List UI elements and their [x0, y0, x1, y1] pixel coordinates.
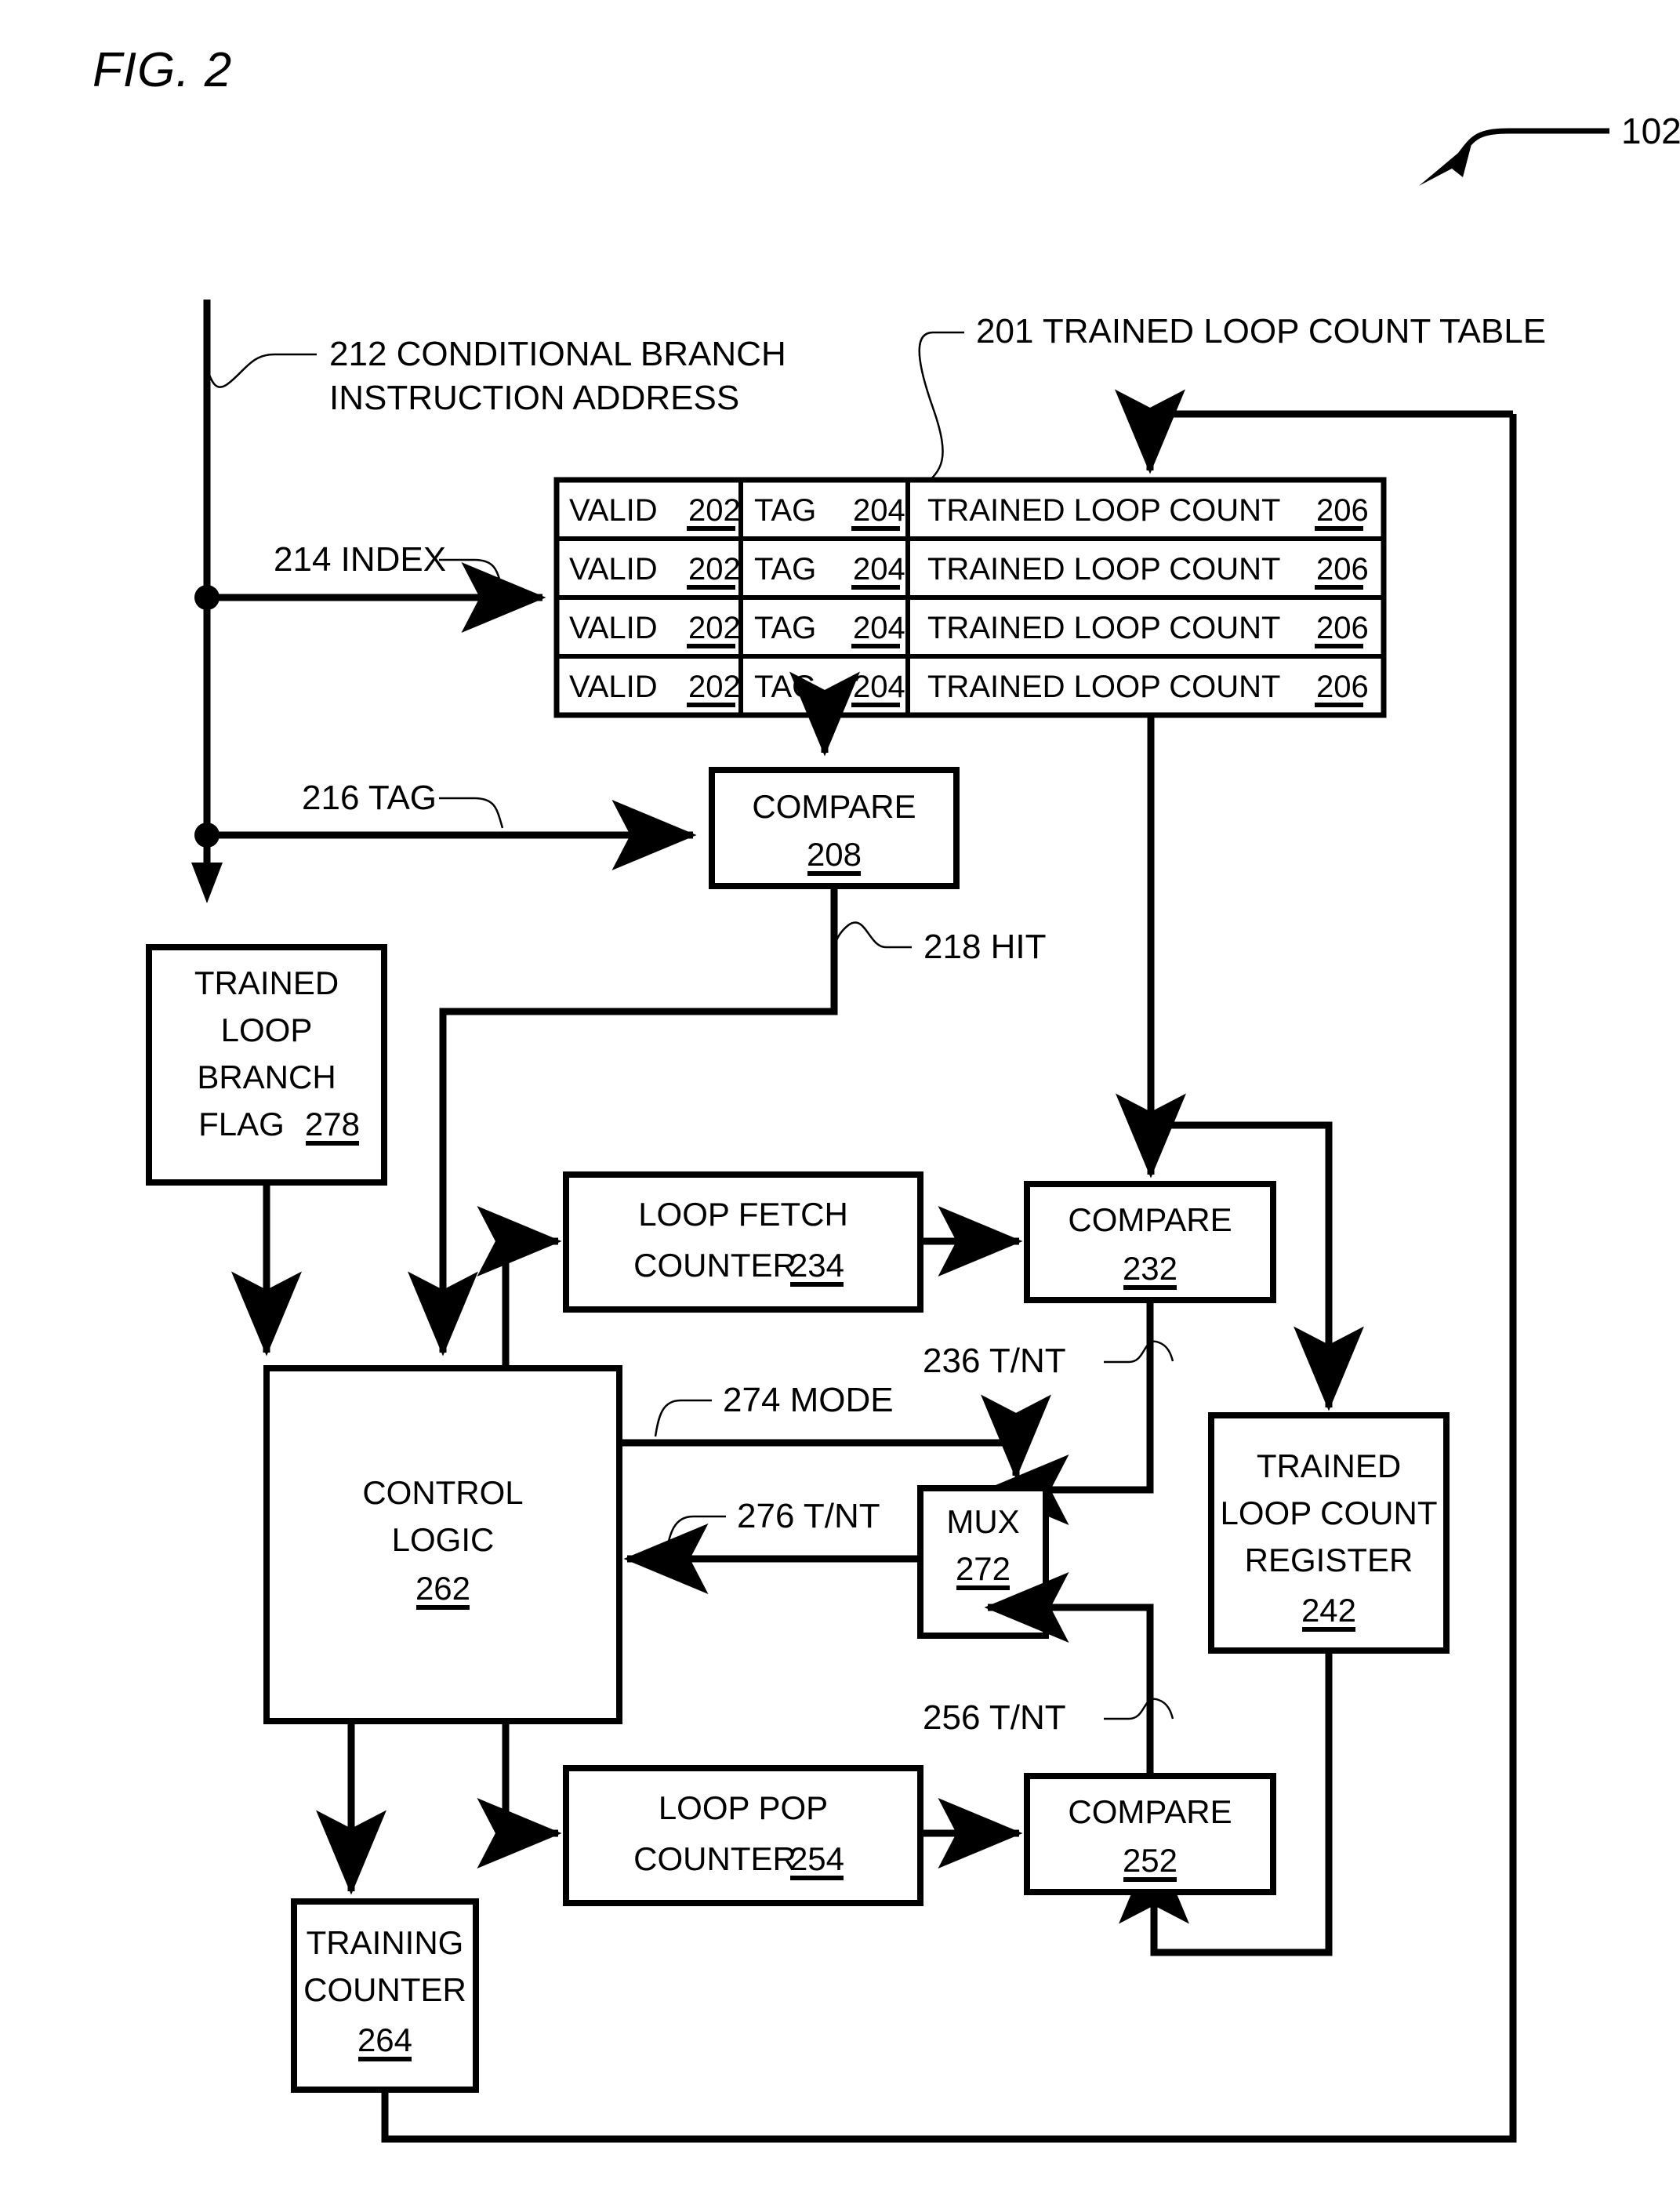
- cell-tag-label: TAG: [754, 493, 816, 528]
- loop-pop-counter-254-outline: [563, 1765, 923, 1906]
- flag-278-line1: TRAINED: [194, 964, 339, 1001]
- tnt-236-label: 236 T/NT: [923, 1342, 1066, 1380]
- compare-208-ref: 208: [807, 836, 862, 873]
- compare-208-label: COMPARE: [752, 788, 916, 825]
- cell-count-ref: 206: [1316, 552, 1369, 587]
- hit-leader: [834, 921, 912, 949]
- compare-208-block[interactable]: COMPARE 208: [709, 767, 960, 889]
- cell-count-ref: 206: [1316, 670, 1369, 704]
- cell-tag-label: TAG: [754, 670, 816, 704]
- cell-tag-ref: 204: [853, 552, 905, 587]
- compare-232-ref: 232: [1123, 1250, 1177, 1287]
- control-logic-to-loop-pop-counter-wire: [477, 1721, 562, 1869]
- flag-278-ref: 278: [305, 1106, 360, 1142]
- mux-272-ref: 272: [956, 1550, 1011, 1587]
- table-title-label: 201 TRAINED LOOP COUNT TABLE: [976, 312, 1546, 350]
- ref-102-arrowhead: [1419, 141, 1472, 186]
- flag-278-line3: BRANCH: [197, 1059, 336, 1095]
- control-logic-262-line1: CONTROL: [362, 1474, 523, 1511]
- cell-valid-label: VALID: [569, 611, 658, 645]
- tnt-276-leader: [665, 1515, 726, 1553]
- compare-252-block[interactable]: COMPARE 252: [1024, 1773, 1276, 1895]
- mode-274-label: 274 MODE: [723, 1381, 894, 1419]
- table-row[interactable]: VALID 202 TAG 204 TRAINED LOOP COUNT 206: [569, 611, 1369, 648]
- cell-tag-ref: 204: [853, 611, 905, 645]
- trained-loop-count-table[interactable]: VALID 202 TAG 204 TRAINED LOOP COUNT 206…: [553, 477, 1387, 718]
- cell-valid-label: VALID: [569, 552, 658, 587]
- loop-fetch-counter-234-line1: LOOP FETCH: [638, 1196, 848, 1233]
- tnt-236-wire: [984, 1300, 1154, 1525]
- flag-278-line4-label: FLAG: [198, 1106, 285, 1142]
- cell-count-label: TRAINED LOOP COUNT: [927, 670, 1280, 704]
- flag-278-line2: LOOP: [221, 1012, 313, 1048]
- cell-tag-label: TAG: [754, 611, 816, 645]
- control-logic-262-ref: 262: [415, 1570, 470, 1607]
- loop-pop-counter-254-line1: LOOP POP: [659, 1789, 828, 1826]
- compare-252-ref: 252: [1123, 1842, 1177, 1879]
- cell-count-ref: 206: [1316, 611, 1369, 645]
- cell-tag-ref: 204: [853, 670, 905, 704]
- register-242-line3: REGISTER: [1245, 1542, 1413, 1578]
- trained-loop-branch-flag-278-block[interactable]: TRAINED LOOP BRANCH FLAG 278: [146, 944, 387, 1186]
- cell-valid-ref: 202: [688, 670, 741, 704]
- training-counter-264-line2: COUNTER: [303, 1971, 466, 2008]
- control-logic-262-line2: LOGIC: [392, 1521, 495, 1558]
- mode-274-wire: [619, 1394, 1051, 1480]
- tnt-256-leader: [1104, 1698, 1174, 1720]
- trained-loop-count-register-242-block[interactable]: TRAINED LOOP COUNT REGISTER 242: [1208, 1412, 1450, 1654]
- table-row[interactable]: VALID 202 TAG 204 TRAINED LOOP COUNT 206: [569, 552, 1369, 590]
- compare-252-label: COMPARE: [1068, 1793, 1232, 1830]
- tnt-276-label: 276 T/NT: [737, 1497, 880, 1535]
- training-counter-264-line1: TRAINING: [307, 1924, 464, 1961]
- cell-tag-label: TAG: [754, 552, 816, 587]
- index-leader: [439, 558, 504, 590]
- tnt-236-leader: [1104, 1340, 1174, 1364]
- cell-valid-ref: 202: [688, 611, 741, 645]
- instruction-address-leader: [205, 353, 317, 388]
- register-242-ref: 242: [1301, 1592, 1356, 1629]
- loop-pop-counter-254-ref: 254: [789, 1840, 844, 1877]
- tag-label: 216 TAG: [302, 779, 437, 817]
- training-counter-264-ref: 264: [357, 2021, 412, 2058]
- register-242-line2: LOOP COUNT: [1221, 1495, 1438, 1531]
- instruction-address-label-line1: 212 CONDITIONAL BRANCH: [329, 335, 786, 373]
- cell-valid-ref: 202: [688, 552, 741, 587]
- loop-pop-counter-254-block[interactable]: LOOP POP COUNTER 254: [563, 1765, 923, 1906]
- loop-fetch-counter-234-block[interactable]: LOOP FETCH COUNTER 234: [563, 1171, 923, 1313]
- cell-valid-label: VALID: [569, 493, 658, 528]
- tnt-256-label: 256 T/NT: [923, 1698, 1066, 1737]
- mode-274-leader: [654, 1399, 712, 1437]
- register-242-line1: TRAINED: [1257, 1447, 1401, 1484]
- tag-leader: [439, 797, 504, 829]
- figure-page: FIG. 2 102 201 TRAINED LOOP COUNT TABLE …: [0, 0, 1680, 2201]
- hit-label: 218 HIT: [923, 928, 1047, 966]
- table-title-leader: [918, 331, 964, 487]
- index-label: 214 INDEX: [274, 540, 446, 579]
- training-counter-264-block[interactable]: TRAINING COUNTER 264: [291, 1898, 479, 2093]
- cell-count-label: TRAINED LOOP COUNT: [927, 493, 1280, 528]
- loop-fetch-counter-234-ref: 234: [789, 1247, 844, 1284]
- table-row[interactable]: VALID 202 TAG 204 TRAINED LOOP COUNT 206: [569, 670, 1369, 707]
- cell-count-label: TRAINED LOOP COUNT: [927, 611, 1280, 645]
- table-row[interactable]: VALID 202 TAG 204 TRAINED LOOP COUNT 206: [569, 493, 1369, 531]
- cell-count-label: TRAINED LOOP COUNT: [927, 552, 1280, 587]
- instruction-address-bus-arrowhead: [191, 863, 223, 903]
- control-logic-to-loop-fetch-counter-wire: [477, 1206, 562, 1368]
- ref-102-label: 102: [1621, 111, 1680, 151]
- instruction-address-label-line2: INSTRUCTION ADDRESS: [329, 379, 739, 417]
- loop-pop-counter-254-line2-label: COUNTER: [633, 1840, 796, 1877]
- diagram-canvas: FIG. 2 102 201 TRAINED LOOP COUNT TABLE …: [93, 43, 1680, 2143]
- cell-valid-ref: 202: [688, 493, 741, 528]
- compare-232-label: COMPARE: [1068, 1201, 1232, 1238]
- compare-232-block[interactable]: COMPARE 232: [1024, 1181, 1276, 1303]
- cell-count-ref: 206: [1316, 493, 1369, 528]
- control-logic-262-block[interactable]: CONTROL LOGIC 262: [263, 1365, 622, 1724]
- loop-fetch-counter-234-line2-label: COUNTER: [633, 1247, 796, 1284]
- mux-272-block[interactable]: MUX 272: [917, 1485, 1049, 1639]
- cell-valid-label: VALID: [569, 670, 658, 704]
- figure-label: FIG. 2: [93, 43, 232, 97]
- mux-272-label: MUX: [946, 1503, 1019, 1540]
- loop-fetch-counter-234-outline: [563, 1171, 923, 1313]
- cell-tag-ref: 204: [853, 493, 905, 528]
